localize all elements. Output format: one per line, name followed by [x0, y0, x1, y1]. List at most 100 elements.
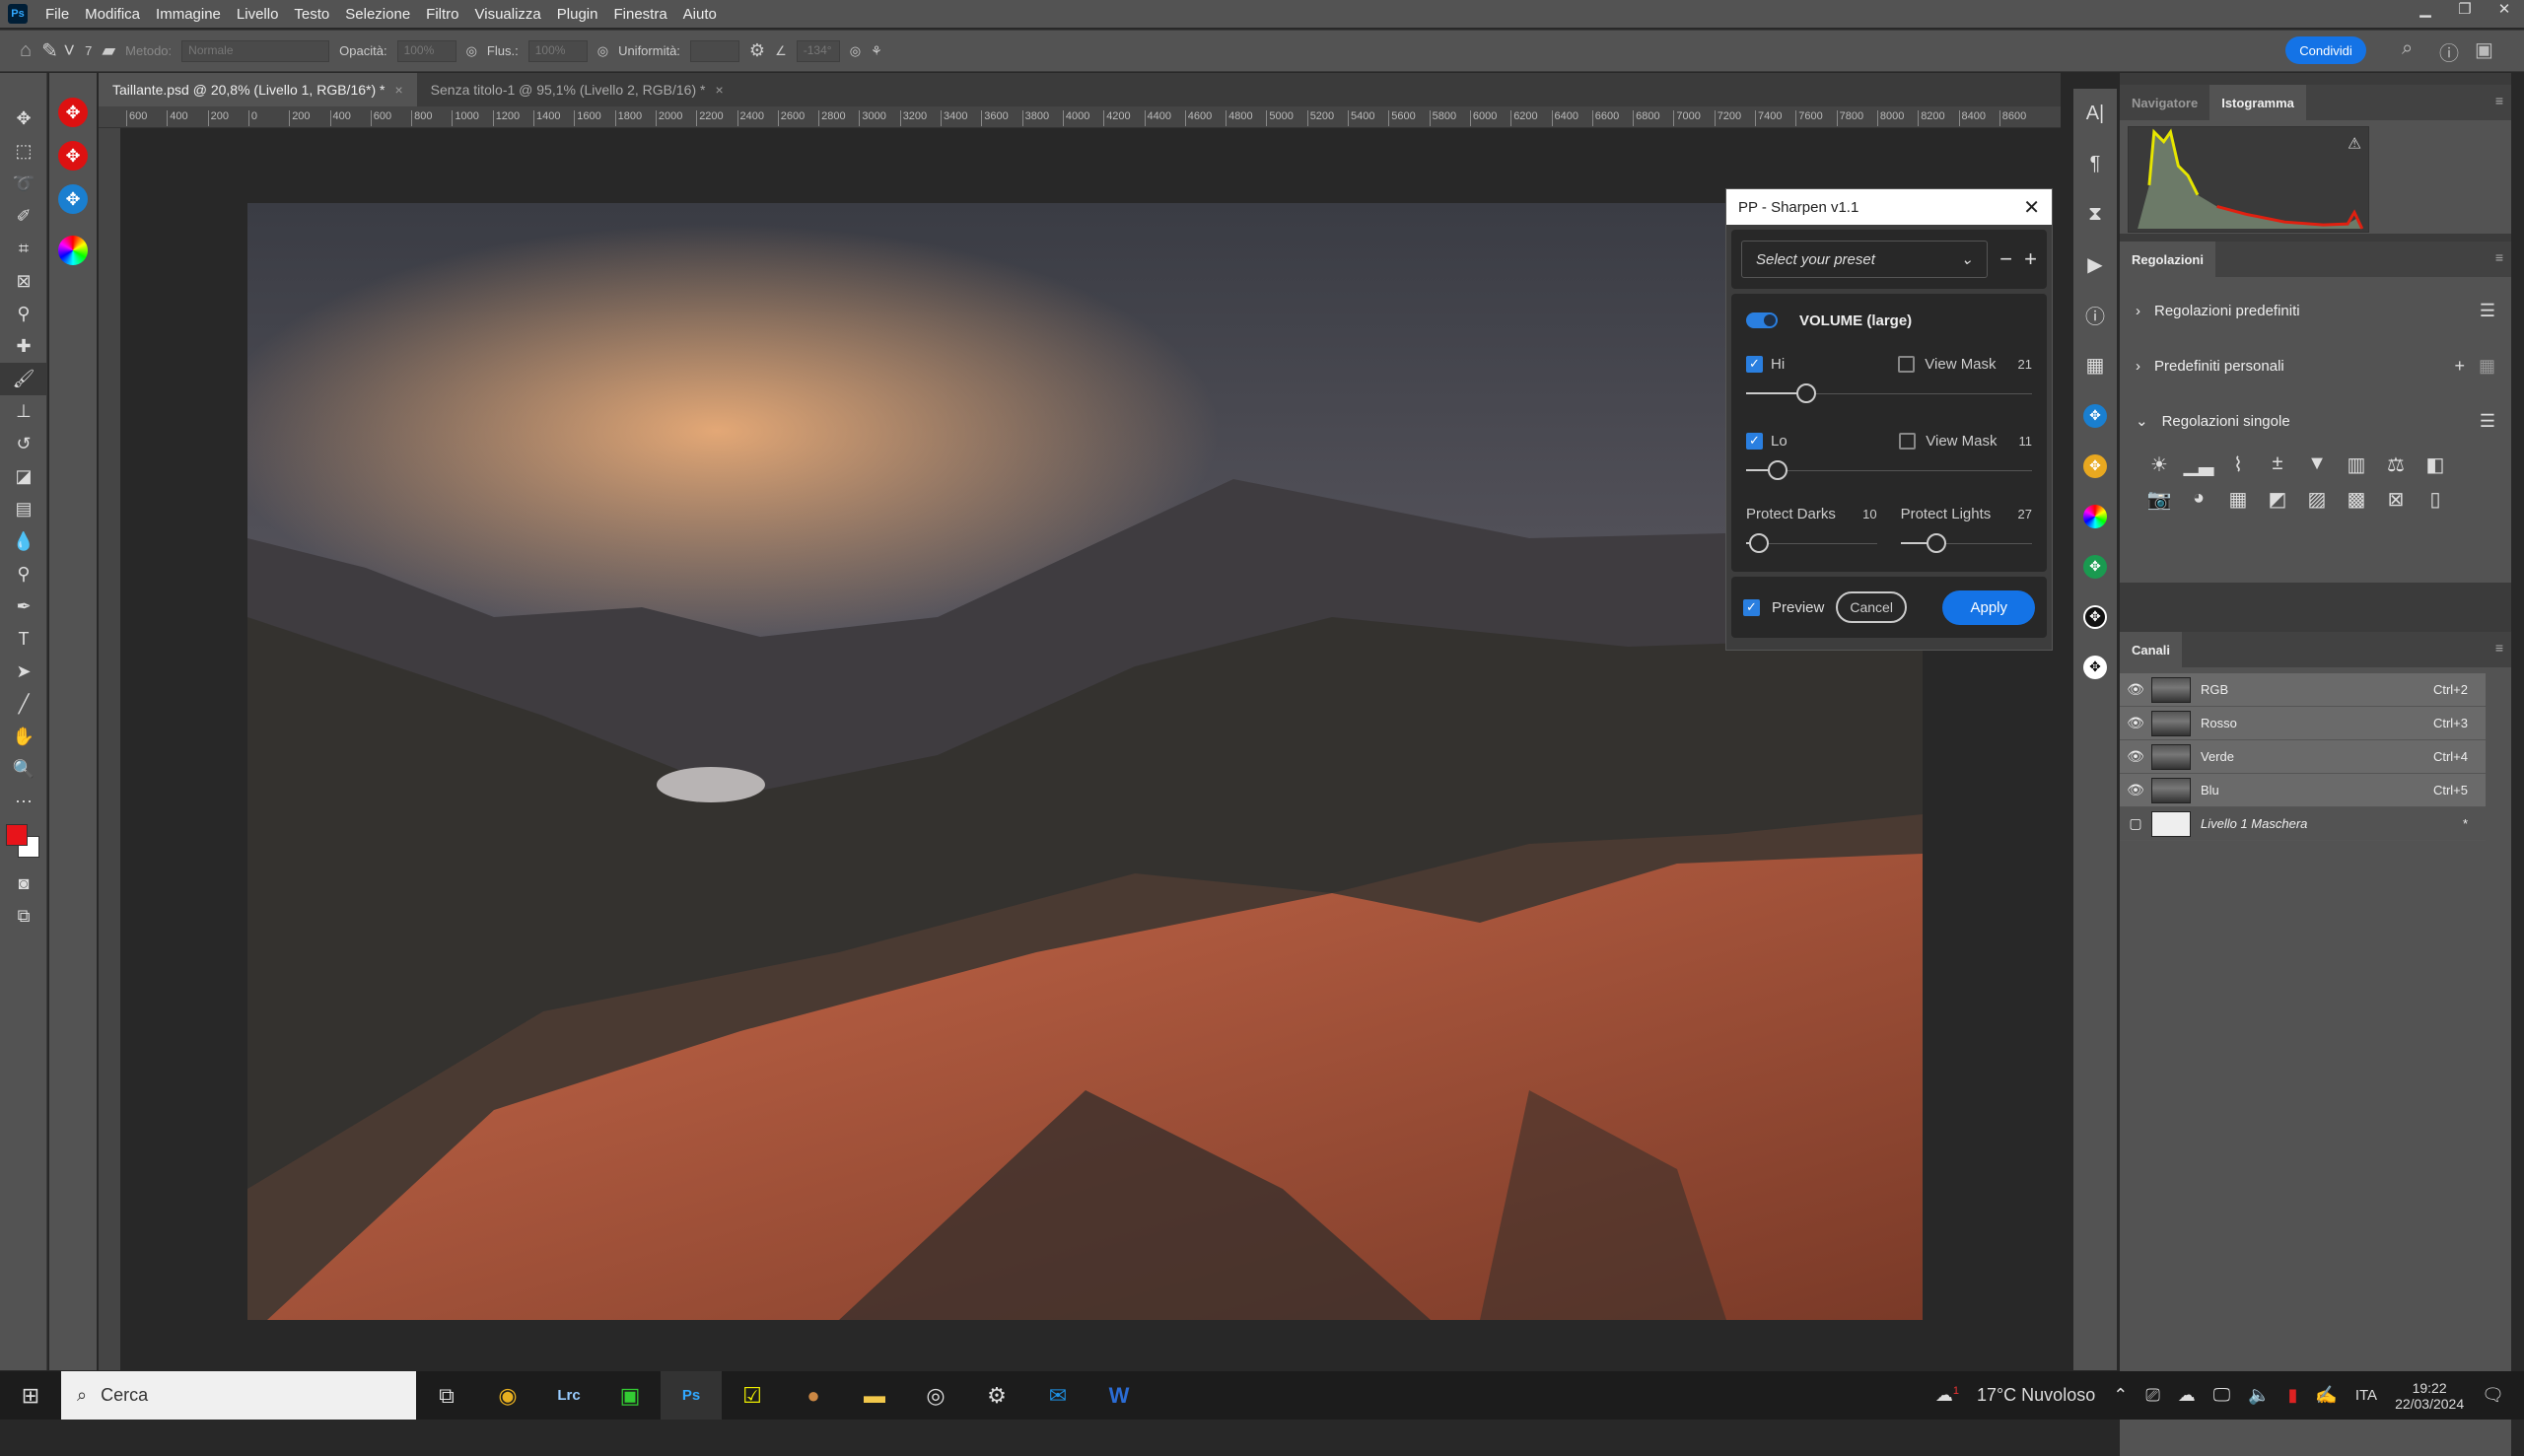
plugin-yellow-panel-icon[interactable]: ✥ — [2073, 441, 2117, 491]
preset-select[interactable]: Select your preset ⌄ — [1741, 241, 1989, 278]
cloud-sync-icon[interactable]: ☁ — [2178, 1385, 2196, 1406]
share-button[interactable]: Condividi — [2285, 36, 2366, 64]
airbrush-icon[interactable]: ◎ — [597, 43, 608, 59]
plugin-black-panel-icon[interactable]: ✥ — [2073, 591, 2117, 642]
help-icon[interactable]: ⓘ — [2439, 37, 2459, 66]
add-preset-button[interactable]: + — [2024, 246, 2037, 272]
quick-selection-tool-icon[interactable]: ✐ — [0, 200, 47, 233]
pen-icon[interactable]: ✍ — [2315, 1385, 2337, 1406]
menu-aiuto[interactable]: Aiuto — [675, 6, 725, 23]
posterize-icon[interactable]: ▨ — [2297, 487, 2337, 512]
angle-field[interactable]: -134° — [796, 39, 840, 62]
settings-icon[interactable]: ⚙ — [966, 1371, 1027, 1420]
opacity-field[interactable]: 100% — [396, 39, 456, 62]
hi-slider[interactable] — [1746, 379, 2032, 408]
brush-size[interactable]: 7 — [85, 43, 92, 58]
minimize-button[interactable]: ▁ — [2406, 0, 2445, 22]
panel-menu-icon[interactable]: ≡ — [2495, 640, 2503, 656]
chrome-icon[interactable]: ◉ — [477, 1371, 538, 1420]
channel-row[interactable]: ▢ Livello 1 Maschera * — [2120, 807, 2486, 841]
menu-modifica[interactable]: Modifica — [77, 6, 148, 23]
pen-tool-icon[interactable]: ✒ — [0, 590, 47, 623]
plugin-move-icon[interactable]: ✥ — [49, 87, 97, 138]
paragraph-icon[interactable]: ¶ — [2073, 139, 2117, 189]
invert-icon[interactable]: ◩ — [2258, 487, 2297, 512]
adj-section-singole[interactable]: ⌄ Regolazioni singole ☰ — [2120, 393, 2511, 449]
menu-testo[interactable]: Testo — [286, 6, 337, 23]
protect-darks-slider[interactable] — [1746, 528, 1877, 558]
selective-color-icon[interactable]: ⊠ — [2376, 487, 2416, 512]
protect-lights-slider[interactable] — [1901, 528, 2032, 558]
dodge-tool-icon[interactable]: ⚲ — [0, 558, 47, 590]
hi-checkbox[interactable]: ✓ — [1746, 355, 1763, 373]
levels-icon[interactable]: ▁▃ — [2179, 452, 2218, 477]
add-icon[interactable]: + — [2454, 356, 2465, 377]
menu-livello[interactable]: Livello — [229, 6, 287, 23]
foreground-color-swatch[interactable] — [6, 824, 28, 846]
lasso-tool-icon[interactable]: ➰ — [0, 168, 47, 200]
volume-icon[interactable]: 🔈 — [2248, 1385, 2270, 1406]
pressure-size-icon[interactable]: ◎ — [850, 43, 861, 59]
brush-settings-icon[interactable]: ▰ — [102, 40, 115, 61]
windows-start-icon[interactable]: ⊞ — [0, 1371, 61, 1420]
word-icon[interactable]: W — [1088, 1371, 1150, 1420]
vibrance-icon[interactable]: ▼ — [2297, 452, 2337, 477]
black-white-icon[interactable]: ◧ — [2416, 452, 2455, 477]
plugin-blue-panel-icon[interactable]: ✥ — [2073, 390, 2117, 441]
eraser-tool-icon[interactable]: ◪ — [0, 460, 47, 493]
marquee-tool-icon[interactable]: ⬚ — [0, 135, 47, 168]
chevron-up-icon[interactable]: ⌃ — [2113, 1385, 2128, 1406]
libraries-icon[interactable]: ▦ — [2073, 340, 2117, 390]
grid-view-icon[interactable]: ▦ — [2479, 356, 2495, 377]
language-indicator[interactable]: ITA — [2355, 1387, 2377, 1404]
brightness-icon[interactable]: ☀ — [2139, 452, 2179, 477]
outlook-icon[interactable]: ✉ — [1027, 1371, 1088, 1420]
menu-file[interactable]: File — [37, 6, 77, 23]
adj-section-personali[interactable]: › Predefiniti personali + ▦ — [2120, 338, 2511, 393]
panel-menu-icon[interactable]: ≡ — [2495, 249, 2503, 265]
tab-navigatore[interactable]: Navigatore — [2120, 85, 2209, 120]
tab-regolazioni[interactable]: Regolazioni — [2120, 242, 2215, 277]
close-tab-icon[interactable]: × — [394, 82, 402, 98]
close-tab-icon[interactable]: × — [715, 82, 723, 98]
menu-immagine[interactable]: Immagine — [148, 6, 229, 23]
list-view-icon[interactable]: ☰ — [2480, 301, 2495, 321]
channel-row[interactable]: 👁 Blu Ctrl+5 — [2120, 774, 2486, 807]
plugin-move2-icon[interactable]: ✥ — [49, 138, 97, 173]
curves-icon[interactable]: ⌇ — [2218, 452, 2258, 477]
document-image[interactable] — [247, 203, 1923, 1320]
lightroom-classic-icon[interactable]: Lrc — [538, 1371, 599, 1420]
task-view-icon[interactable]: ⧉ — [416, 1371, 477, 1420]
history-brush-tool-icon[interactable]: ↺ — [0, 428, 47, 460]
symmetry-icon[interactable]: ⚘ — [871, 43, 882, 59]
list-view-icon[interactable]: ☰ — [2480, 411, 2495, 432]
hi-view-mask-checkbox[interactable] — [1898, 355, 1916, 373]
color-balance-icon[interactable]: ⚖ — [2376, 452, 2416, 477]
lo-checkbox[interactable]: ✓ — [1746, 432, 1763, 450]
pressure-opacity-icon[interactable]: ◎ — [466, 43, 477, 59]
eyedropper-tool-icon[interactable]: ⚲ — [0, 298, 47, 330]
plugin-color-panel-icon[interactable] — [2073, 491, 2117, 541]
camera-icon[interactable]: ⎚ — [2145, 1385, 2159, 1406]
apply-button[interactable]: Apply — [1942, 589, 2035, 625]
plugin-blue-icon[interactable]: ✥ — [49, 173, 97, 225]
brush-preset-icon[interactable]: ✎ ˅ — [41, 38, 75, 63]
plugin-green-panel-icon[interactable]: ✥ — [2073, 541, 2117, 591]
weather-icon[interactable]: ☁1 — [1935, 1385, 1959, 1406]
todo-app-icon[interactable]: ☑ — [722, 1371, 783, 1420]
method-select[interactable]: Normale — [181, 39, 330, 62]
menu-plugin[interactable]: Plugin — [549, 6, 606, 23]
taskbar-search[interactable]: ⌕ Cerca — [61, 1371, 416, 1420]
history-icon[interactable]: ⧗ — [2073, 189, 2117, 240]
eye-icon[interactable]: 👁 — [2120, 782, 2151, 798]
path-selection-tool-icon[interactable]: ➤ — [0, 656, 47, 688]
lo-view-mask-checkbox[interactable] — [1899, 432, 1917, 450]
adj-section-predefiniti[interactable]: › Regolazioni predefiniti ☰ — [2120, 283, 2511, 338]
photo-filter-icon[interactable]: 📷 — [2139, 487, 2179, 512]
clock[interactable]: 19:22 22/03/2024 — [2395, 1380, 2464, 1412]
gradient-tool-icon[interactable]: ▤ — [0, 493, 47, 525]
volume-toggle[interactable] — [1746, 312, 1778, 328]
app-tray-icon[interactable]: ▮ — [2288, 1385, 2298, 1406]
brush-tool-icon[interactable]: 🖌 — [0, 363, 47, 395]
camtasia-icon[interactable]: ▣ — [599, 1371, 661, 1420]
